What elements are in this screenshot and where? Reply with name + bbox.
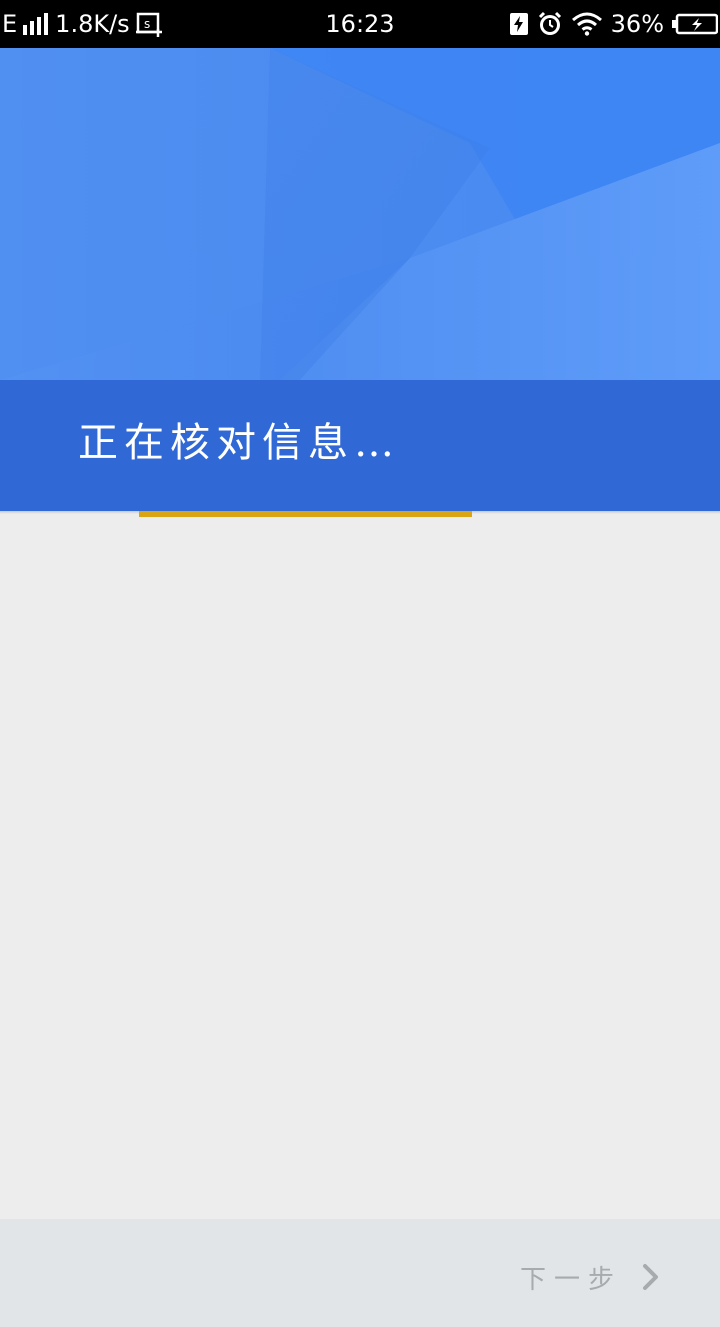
battery-percentage: 36% — [610, 10, 664, 38]
status-right: 36% — [509, 0, 718, 48]
charging-icon — [509, 12, 529, 36]
status-banner: 正在核对信息… — [0, 380, 720, 511]
screen: E 1.8K/s s 16:23 36% 正在核对信息… 下一步 — [0, 0, 720, 1327]
next-step-button[interactable]: 下一步 — [520, 1259, 660, 1295]
wifi-icon — [571, 12, 603, 36]
next-step-label: 下一步 — [519, 1264, 622, 1295]
page-title: 正在核对信息… — [78, 420, 400, 466]
header-banner — [0, 48, 720, 380]
status-bar: E 1.8K/s s 16:23 36% — [0, 0, 720, 48]
bottom-bar: 下一步 — [0, 1219, 720, 1327]
chevron-right-icon — [642, 1263, 660, 1291]
banner-graphic — [0, 48, 720, 380]
content-area — [0, 517, 720, 1219]
battery-icon — [672, 13, 718, 35]
alarm-icon — [537, 11, 563, 37]
